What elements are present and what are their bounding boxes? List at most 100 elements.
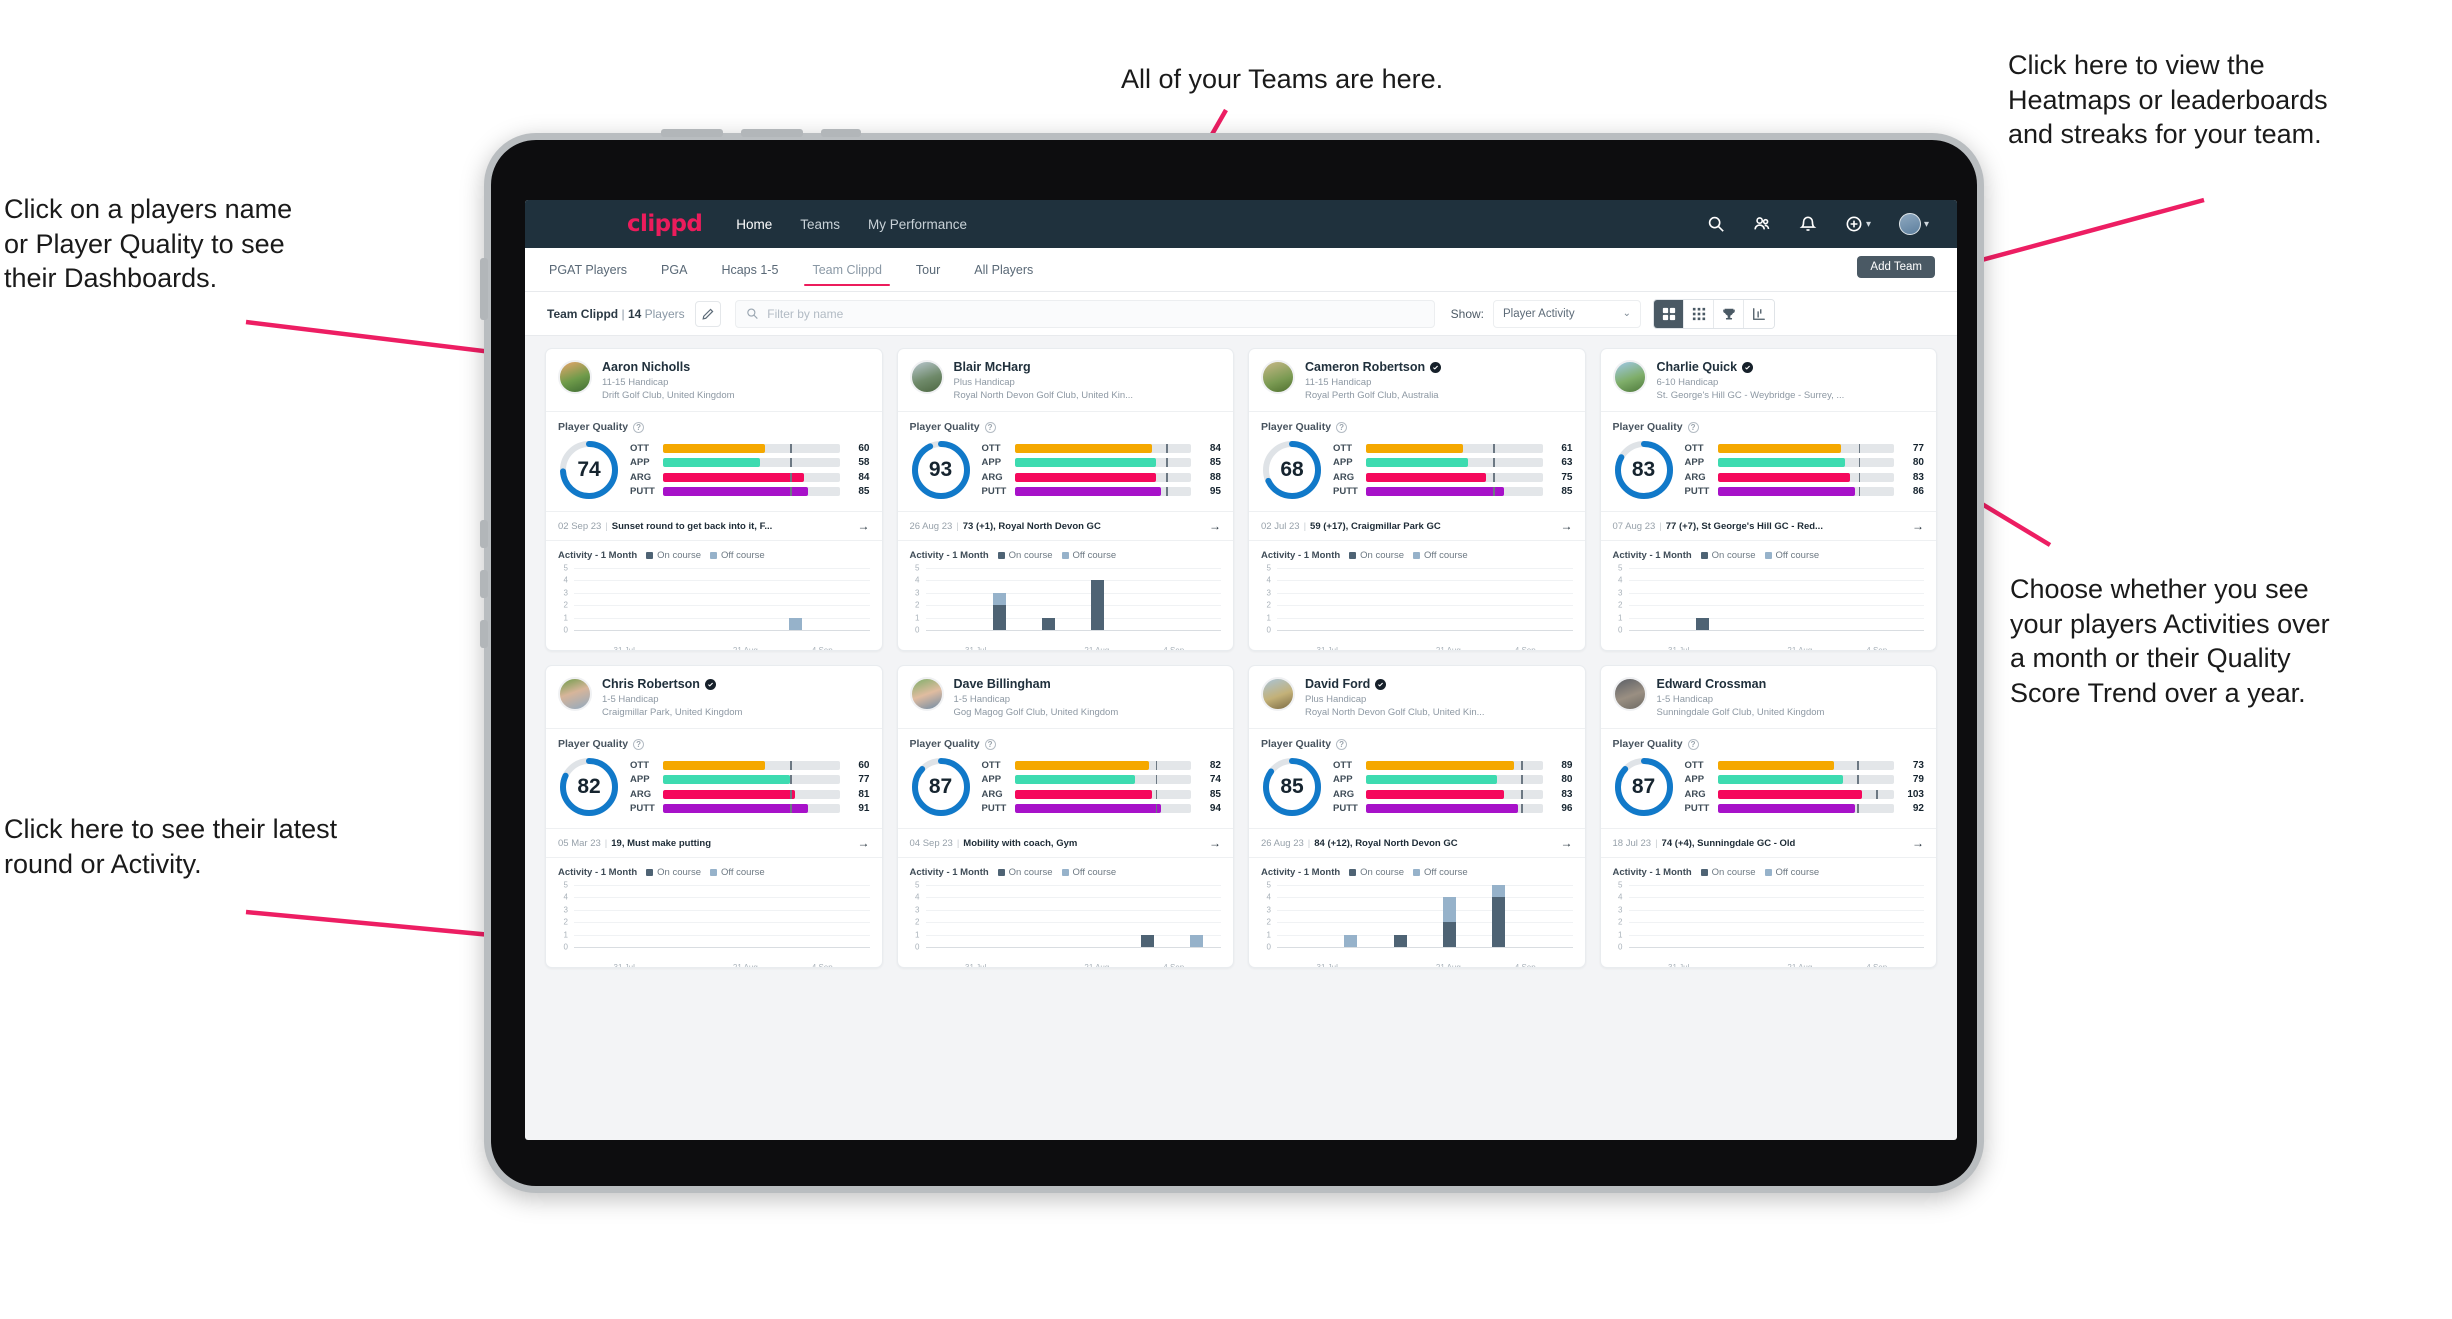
player-quality-ring[interactable]: 74 [558,439,620,501]
latest-round-row[interactable]: 26 Aug 23 | 73 (+1), Royal North Devon G… [897,511,1233,541]
help-icon[interactable]: ? [1687,421,1699,433]
latest-round-row[interactable]: 18 Jul 23 | 74 (+4), Sunningdale GC - Ol… [1600,828,1936,858]
avatar[interactable] [1612,677,1647,711]
player-card[interactable]: Aaron Nicholls 11-15 Handicap Drift Golf… [545,348,883,651]
player-name-row[interactable]: Chris Robertson [602,677,742,691]
tab-tour[interactable]: Tour [914,251,942,288]
add-menu[interactable]: ▾ [1845,215,1871,233]
avatar[interactable] [909,677,944,711]
help-icon[interactable]: ? [984,738,996,750]
player-name[interactable]: David Ford [1305,677,1370,691]
profile-menu[interactable]: ▾ [1898,213,1929,235]
player-card-header[interactable]: Edward Crossman 1-5 Handicap Sunningdale… [1601,666,1937,728]
player-name-row[interactable]: Aaron Nicholls [602,360,735,374]
arrow-right-icon[interactable]: → [1201,519,1221,533]
avatar[interactable] [1261,677,1295,711]
player-card-header[interactable]: David Ford Plus Handicap Royal North Dev… [1249,666,1585,728]
player-card-header[interactable]: Chris Robertson 1-5 Handicap Craigmillar… [546,666,882,728]
player-card[interactable]: Edward Crossman 1-5 Handicap Sunningdale… [1599,665,1937,968]
latest-round-row[interactable]: 26 Aug 23 | 84 (+12), Royal North Devon … [1249,828,1585,858]
player-card-header[interactable]: Dave Billingham 1-5 Handicap Gog Magog G… [898,666,1234,728]
grid-small-view-button[interactable] [1684,299,1715,328]
tab-hcaps-1-5[interactable]: Hcaps 1-5 [719,251,780,288]
player-name[interactable]: Aaron Nicholls [602,360,690,374]
arrow-right-icon[interactable]: → [1904,519,1924,533]
player-card[interactable]: Dave Billingham 1-5 Handicap Gog Magog G… [896,665,1234,968]
player-card[interactable]: Chris Robertson 1-5 Handicap Craigmillar… [545,665,883,968]
player-quality-ring[interactable]: 87 [910,756,972,818]
help-icon[interactable]: ? [1336,738,1348,750]
player-name-row[interactable]: Cameron Robertson [1305,360,1442,374]
player-card[interactable]: Charlie Quick 6-10 Handicap St. George's… [1599,348,1937,651]
player-name[interactable]: Charlie Quick [1657,360,1738,374]
player-card-header[interactable]: Blair McHarg Plus Handicap Royal North D… [898,349,1234,411]
player-card[interactable]: Blair McHarg Plus Handicap Royal North D… [896,348,1234,651]
latest-round-row[interactable]: 02 Jul 23 | 59 (+17), Craigmillar Park G… [1249,511,1585,541]
tab-pga[interactable]: PGA [659,251,689,288]
help-icon[interactable]: ? [1336,421,1348,433]
player-card[interactable]: David Ford Plus Handicap Royal North Dev… [1248,665,1586,968]
search-icon[interactable] [1707,215,1725,233]
people-icon[interactable] [1753,215,1771,233]
player-quality-ring[interactable]: 87 [1613,756,1675,818]
player-name-row[interactable]: Edward Crossman [1657,677,1825,691]
player-quality-ring[interactable]: 82 [558,756,620,818]
avatar[interactable] [1612,360,1647,394]
arrow-right-icon[interactable]: → [1904,836,1924,850]
help-icon[interactable]: ? [633,738,645,750]
player-name-row[interactable]: Charlie Quick [1657,360,1845,374]
player-name[interactable]: Cameron Robertson [1305,360,1425,374]
trophy-leaderboard-view-button[interactable] [1714,299,1745,328]
latest-round-row[interactable]: 02 Sep 23 | Sunset round to get back int… [546,511,882,541]
tab-team-clippd[interactable]: Team Clippd [804,251,891,288]
arrow-right-icon[interactable]: → [1201,836,1221,850]
player-name[interactable]: Chris Robertson [602,677,700,691]
nav-link-home[interactable]: Home [736,217,772,232]
show-select[interactable]: Player Activity ⌄ [1493,299,1642,328]
player-quality-ring[interactable]: 93 [910,439,972,501]
help-icon[interactable]: ? [984,421,996,433]
latest-round-row[interactable]: 04 Sep 23 | Mobility with coach, Gym → [897,828,1233,858]
nav-link-my-performance[interactable]: My Performance [868,217,967,232]
arrow-right-icon[interactable]: → [850,836,870,850]
player-card-header[interactable]: Charlie Quick 6-10 Handicap St. George's… [1601,349,1937,411]
help-icon[interactable]: ? [633,421,645,433]
search-input[interactable] [767,306,1424,321]
nav-link-teams[interactable]: Teams [800,217,840,232]
arrow-right-icon[interactable]: → [1553,836,1573,850]
player-name[interactable]: Blair McHarg [954,360,1031,374]
arrow-right-icon[interactable]: → [850,519,870,533]
player-name-row[interactable]: Blair McHarg [954,360,1134,374]
player-card-header[interactable]: Cameron Robertson 11-15 Handicap Royal P… [1249,349,1585,411]
player-name-row[interactable]: David Ford [1305,677,1485,691]
metric-bar-marker [1856,775,1859,785]
bell-icon[interactable] [1799,215,1817,233]
avatar[interactable] [1898,213,1921,235]
tab-all-players[interactable]: All Players [972,251,1035,288]
edit-team-button[interactable] [694,300,721,327]
player-card-header[interactable]: Aaron Nicholls 11-15 Handicap Drift Golf… [546,349,882,411]
search-field-wrapper[interactable] [734,299,1435,328]
latest-round-row[interactable]: 07 Aug 23 | 77 (+7), St George's Hill GC… [1600,511,1936,541]
grid-large-view-button[interactable] [1654,299,1685,328]
help-icon[interactable]: ? [1687,738,1699,750]
player-name[interactable]: Dave Billingham [954,677,1051,691]
metric-bar-track [1366,472,1543,482]
player-quality-ring[interactable]: 68 [1261,439,1323,501]
arrow-right-icon[interactable]: → [1553,519,1573,533]
player-name-row[interactable]: Dave Billingham [954,677,1119,691]
avatar[interactable] [1261,360,1295,394]
player-quality-ring[interactable]: 83 [1613,439,1675,501]
tab-pgat-players[interactable]: PGAT Players [547,251,629,288]
avatar[interactable] [558,360,592,394]
player-card[interactable]: Cameron Robertson 11-15 Handicap Royal P… [1248,348,1586,651]
heatmap-view-button[interactable] [1744,299,1775,328]
avatar[interactable] [909,360,944,394]
player-name[interactable]: Edward Crossman [1657,677,1767,691]
avatar[interactable] [558,677,592,711]
clippd-logo[interactable]: clippd [627,211,703,237]
add-team-button[interactable]: Add Team [1857,256,1935,278]
plus-circle-icon[interactable] [1845,215,1863,233]
player-quality-ring[interactable]: 85 [1261,756,1323,818]
latest-round-row[interactable]: 05 Mar 23 | 19, Must make putting → [546,828,882,858]
